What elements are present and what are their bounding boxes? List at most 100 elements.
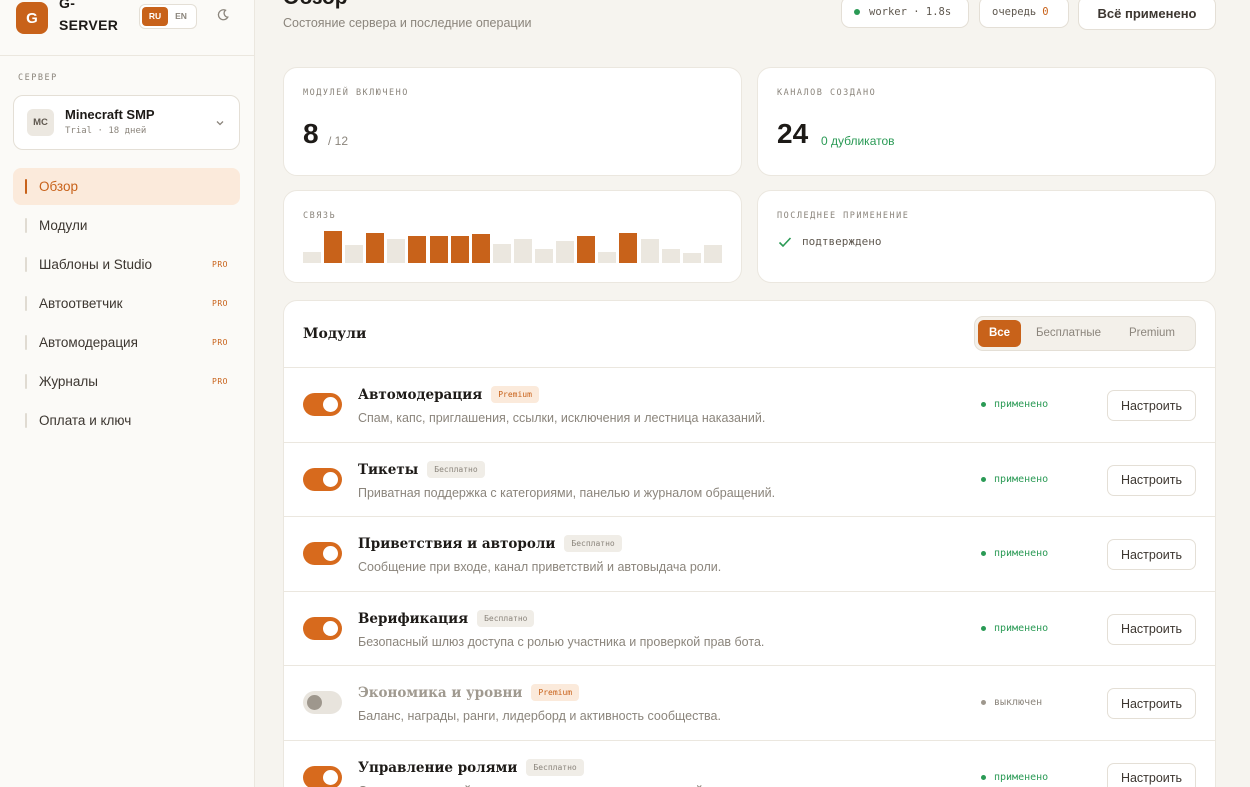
tier-badge: Бесплатно (526, 758, 584, 776)
connection-bar (408, 236, 427, 263)
configure-button[interactable]: Настроить (1107, 613, 1196, 645)
module-name-text: Верификация (358, 610, 469, 627)
check-icon (778, 236, 792, 247)
module-toggle[interactable] (303, 467, 342, 491)
tier-badge: Бесплатно (427, 460, 485, 478)
connection-bar (577, 236, 596, 263)
module-toggle[interactable] (303, 765, 342, 787)
queue-chip: очередь 0 (979, 0, 1069, 28)
sidebar-item-label: Журналы (39, 374, 98, 389)
app-name: G-SERVER (59, 0, 119, 33)
toggle-knob (323, 471, 338, 487)
sidebar-item-modules[interactable]: Модули (13, 207, 240, 244)
server-selector[interactable]: MC Minecraft SMP Trial · 18 дней (13, 95, 240, 150)
connection-bar (513, 239, 532, 263)
connection-bar (535, 249, 554, 263)
connection-bar (703, 245, 722, 263)
module-toggle[interactable] (303, 691, 342, 714)
connection-bar (471, 234, 490, 263)
status-dot (981, 700, 986, 705)
card-label: ПОСЛЕДНЕЕ ПРИМЕНЕНИЕ (777, 211, 910, 221)
modules-enabled-value: 8 (303, 118, 319, 149)
last-apply-text: подтверждено (802, 235, 882, 248)
module-description: Безопасный шлюз доступа с ролью участник… (358, 634, 765, 649)
module-toggle[interactable] (303, 393, 342, 416)
module-status-text: применено (994, 399, 1049, 410)
module-name: Тикеты Бесплатно (358, 460, 485, 478)
modules-panel: Модули Все Бесплатные Premium Автомодера… (283, 300, 1216, 787)
moon-icon[interactable] (216, 8, 230, 22)
module-status: применено (981, 548, 1048, 559)
module-status-text: применено (994, 473, 1049, 485)
connection-bar (492, 244, 511, 263)
modules-list: Автомодерация Premium Спам, капс, приглаше… (284, 367, 1215, 787)
configure-button[interactable]: Настроить (1107, 390, 1196, 421)
connection-bar (387, 239, 406, 263)
filter-premium-tab[interactable]: Premium (1116, 320, 1188, 347)
module-name: Автомодерация Premium (358, 386, 539, 403)
worker-status-chip: worker · 1.8s (841, 0, 969, 28)
page-title: Обзор (283, 0, 348, 10)
server-name: Minecraft SMP (65, 107, 155, 122)
sidebar-item-logs[interactable]: Журналы PRO (13, 363, 240, 400)
configure-button[interactable]: Настроить (1107, 464, 1196, 496)
module-row: Управление ролями Бесплатно Самовыдача рол… (284, 739, 1215, 787)
page-scrollbar[interactable] (1242, 0, 1250, 787)
module-toggle[interactable] (303, 616, 342, 640)
tier-badge: Бесплатно (564, 535, 622, 552)
sidebar-item-templates[interactable]: Шаблоны и Studio PRO (13, 246, 240, 283)
module-status: применено (981, 474, 1048, 485)
modules-total: / 12 (328, 134, 349, 148)
channels-created-value: 24 (777, 118, 809, 149)
chevron-down-icon (216, 121, 224, 126)
module-row: Автомодерация Premium Спам, капс, приглаше… (284, 367, 1215, 442)
sidebar-divider (0, 55, 255, 56)
sidebar-item-automod[interactable]: Автомодерация PRO (13, 324, 240, 361)
filter-free-tab[interactable]: Бесплатные (1021, 320, 1116, 347)
card-label: СВЯЗЬ (303, 211, 337, 221)
module-row: Верификация Бесплатно Безопасный шлюз дост… (284, 590, 1215, 666)
language-switch[interactable]: RU EN (139, 4, 197, 29)
module-name-text: Автомодерация (358, 387, 483, 403)
module-description: Сообщение при входе, канал приветствий и… (358, 560, 722, 574)
module-name: Приветствия и автороли Бесплатно (358, 535, 622, 552)
connection-bar (619, 233, 638, 263)
lang-en-button[interactable]: EN (168, 7, 194, 26)
lang-ru-button[interactable]: RU (142, 7, 168, 26)
card-label: КАНАЛОВ СОЗДАНО (777, 88, 877, 98)
queue-label: очередь (992, 6, 1037, 18)
connection-card: СВЯЗЬ (283, 190, 742, 283)
channels-created-card: КАНАЛОВ СОЗДАНО 24 0 дубликатов (757, 67, 1216, 176)
sidebar: G G-SERVER RU EN СЕРВЕР MC Minecraft SMP… (0, 0, 255, 787)
module-description: Самовыдача ролей, роли по реакциям и сох… (358, 784, 768, 787)
connection-bar (345, 245, 364, 263)
module-status: выключен (981, 697, 1042, 708)
worker-label: worker · 1.8s (869, 6, 952, 18)
configure-button[interactable]: Настроить (1107, 539, 1196, 570)
module-row: Экономика и уровни Premium Баланс, награды… (284, 665, 1215, 740)
pro-badge: PRO (212, 377, 228, 386)
configure-button[interactable]: Настроить (1107, 688, 1196, 719)
configure-button[interactable]: Настроить (1107, 762, 1196, 787)
sidebar-item-label: Модули (39, 218, 88, 233)
connection-bars (303, 231, 725, 263)
module-toggle[interactable] (303, 542, 342, 565)
module-status: применено (981, 772, 1048, 783)
sidebar-item-autoresponder[interactable]: Автоответчик PRO (13, 285, 240, 322)
module-status: применено (981, 623, 1048, 634)
module-row: Тикеты Бесплатно Приватная поддержка с кат… (284, 441, 1215, 517)
tier-badge: Premium (491, 386, 539, 403)
server-plan: Trial · 18 дней (65, 126, 147, 136)
module-name-text: Приветствия и автороли (358, 536, 556, 552)
module-status-text: выключен (994, 697, 1043, 708)
module-name-text: Управление ролями (358, 759, 518, 776)
filter-all-tab[interactable]: Все (978, 320, 1021, 347)
apply-all-button[interactable]: Всё применено (1078, 0, 1216, 30)
brand[interactable]: G G-SERVER (16, 0, 119, 36)
connection-bar (556, 241, 575, 263)
module-status-text: применено (994, 622, 1049, 634)
module-description: Баланс, награды, ранги, лидерборд и акти… (358, 709, 721, 723)
module-name: Управление ролями Бесплатно (358, 758, 584, 776)
sidebar-item-overview[interactable]: Обзор (13, 168, 240, 205)
sidebar-item-billing[interactable]: Оплата и ключ (13, 402, 240, 439)
